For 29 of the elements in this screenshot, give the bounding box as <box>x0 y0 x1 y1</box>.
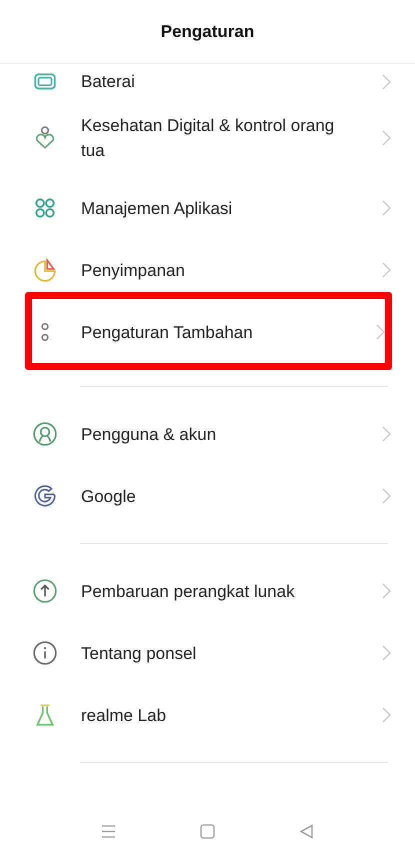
chevron-right-icon <box>382 426 391 442</box>
chevron-right-icon <box>382 707 391 723</box>
chevron-right-icon <box>382 200 391 216</box>
chevron-right-icon <box>382 262 391 278</box>
chevron-right-icon <box>376 324 385 340</box>
settings-item[interactable]: Kesehatan Digital & kontrol orang tua <box>0 99 415 177</box>
back-icon[interactable] <box>298 822 315 840</box>
home-icon[interactable] <box>199 822 216 840</box>
settings-item[interactable]: Baterai <box>0 64 415 99</box>
settings-item[interactable]: Pengaturan Tambahan <box>32 301 385 363</box>
chevron-right-icon <box>382 645 391 661</box>
settings-item[interactable]: Pengguna & akun <box>0 403 415 465</box>
chevron-right-icon <box>382 130 391 146</box>
screen-title: Pengaturan <box>160 22 254 42</box>
settings-item[interactable]: Google <box>0 465 415 527</box>
settings-item[interactable]: Tentang ponsel <box>0 622 415 684</box>
arrow-up-circle-icon <box>32 578 58 604</box>
settings-item[interactable]: realme Lab <box>0 684 415 746</box>
settings-item[interactable]: Manajemen Aplikasi <box>0 177 415 239</box>
chevron-right-icon <box>382 74 391 90</box>
pie-chart-icon <box>32 257 58 283</box>
chevron-right-icon <box>382 583 391 599</box>
settings-item[interactable]: Penyimpanan <box>0 239 415 301</box>
chevron-right-icon <box>382 488 391 504</box>
menu-icon[interactable] <box>100 822 117 840</box>
info-icon <box>32 640 58 666</box>
settings-item[interactable]: Pembaruan perangkat lunak <box>0 560 415 622</box>
user-circle-icon <box>32 421 58 447</box>
google-icon <box>32 483 58 509</box>
